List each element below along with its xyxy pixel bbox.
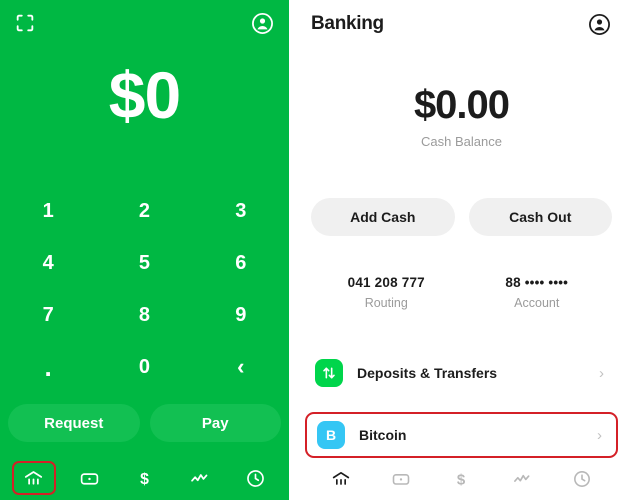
nav-card[interactable] (67, 461, 111, 495)
chevron-right-icon: › (597, 426, 602, 444)
account-value: 88 •••• •••• (505, 275, 569, 290)
list-item-deposits-transfers[interactable]: Deposits & Transfers › (305, 350, 618, 396)
entered-amount: $0 (108, 58, 181, 132)
add-cash-button[interactable]: Add Cash (311, 198, 455, 236)
nav-payments[interactable]: $ (122, 461, 166, 495)
svg-text:$: $ (457, 471, 466, 488)
account-number[interactable]: 88 •••• •••• Account (462, 275, 613, 310)
transfer-arrows-icon (315, 359, 343, 387)
page-title: Banking (311, 13, 384, 34)
key-3[interactable]: 3 (193, 185, 289, 237)
left-bottom-nav: $ (0, 456, 289, 500)
cash-app-keypad-screen: $0 1 2 3 4 5 6 7 8 9 . 0 ‹ Request Pay $ (0, 0, 289, 500)
profile-avatar-icon[interactable] (587, 12, 612, 37)
list-item-label: Deposits & Transfers (357, 365, 498, 381)
key-9[interactable]: 9 (193, 289, 289, 341)
nav-card[interactable] (381, 462, 421, 496)
nav-investing[interactable] (178, 461, 222, 495)
request-button[interactable]: Request (8, 404, 140, 442)
account-label: Account (514, 296, 560, 310)
right-bottom-nav: $ (289, 458, 634, 500)
routing-number[interactable]: 041 208 777 Routing (311, 275, 462, 310)
key-5[interactable]: 5 (96, 237, 192, 289)
cash-out-button[interactable]: Cash Out (468, 198, 612, 236)
key-backspace[interactable]: ‹ (193, 341, 289, 393)
left-action-buttons: Request Pay (8, 404, 281, 442)
list-item-label: Bitcoin (359, 427, 407, 443)
key-2[interactable]: 2 (96, 185, 192, 237)
nav-payments[interactable]: $ (441, 462, 481, 496)
nav-activity[interactable] (233, 461, 277, 495)
profile-avatar-icon[interactable] (250, 11, 275, 36)
right-top-bar: Banking (289, 0, 634, 48)
pay-button[interactable]: Pay (149, 404, 281, 442)
routing-label: Routing (364, 296, 408, 310)
chevron-right-icon: › (599, 364, 604, 382)
key-0[interactable]: 0 (96, 341, 192, 393)
numeric-keypad: 1 2 3 4 5 6 7 8 9 . 0 ‹ (0, 185, 289, 393)
svg-text:$: $ (140, 471, 149, 488)
routing-value: 041 208 777 (347, 275, 425, 290)
account-numbers: 041 208 777 Routing 88 •••• •••• Account (311, 275, 612, 310)
bitcoin-icon: B (317, 421, 345, 449)
nav-investing[interactable] (502, 462, 542, 496)
nav-banking[interactable] (11, 461, 56, 495)
nav-banking[interactable] (321, 462, 361, 496)
cash-balance-amount: $0.00 (413, 83, 510, 127)
key-1[interactable]: 1 (0, 185, 96, 237)
key-4[interactable]: 4 (0, 237, 96, 289)
key-7[interactable]: 7 (0, 289, 96, 341)
scan-qr-icon[interactable] (14, 12, 36, 34)
cash-balance-block: $0.00 Cash Balance (289, 84, 634, 149)
banking-menu-list: Deposits & Transfers › B Bitcoin › (305, 350, 618, 458)
left-top-bar (0, 0, 289, 46)
key-6[interactable]: 6 (193, 237, 289, 289)
key-8[interactable]: 8 (96, 289, 192, 341)
list-item-bitcoin[interactable]: B Bitcoin › (305, 412, 618, 458)
nav-activity[interactable] (562, 462, 602, 496)
cash-balance-label: Cash Balance (421, 134, 502, 149)
banking-detail-screen: Banking $0.00 Cash Balance Add Cash Cash… (289, 0, 634, 500)
key-decimal[interactable]: . (0, 341, 96, 393)
banking-action-buttons: Add Cash Cash Out (311, 198, 612, 236)
